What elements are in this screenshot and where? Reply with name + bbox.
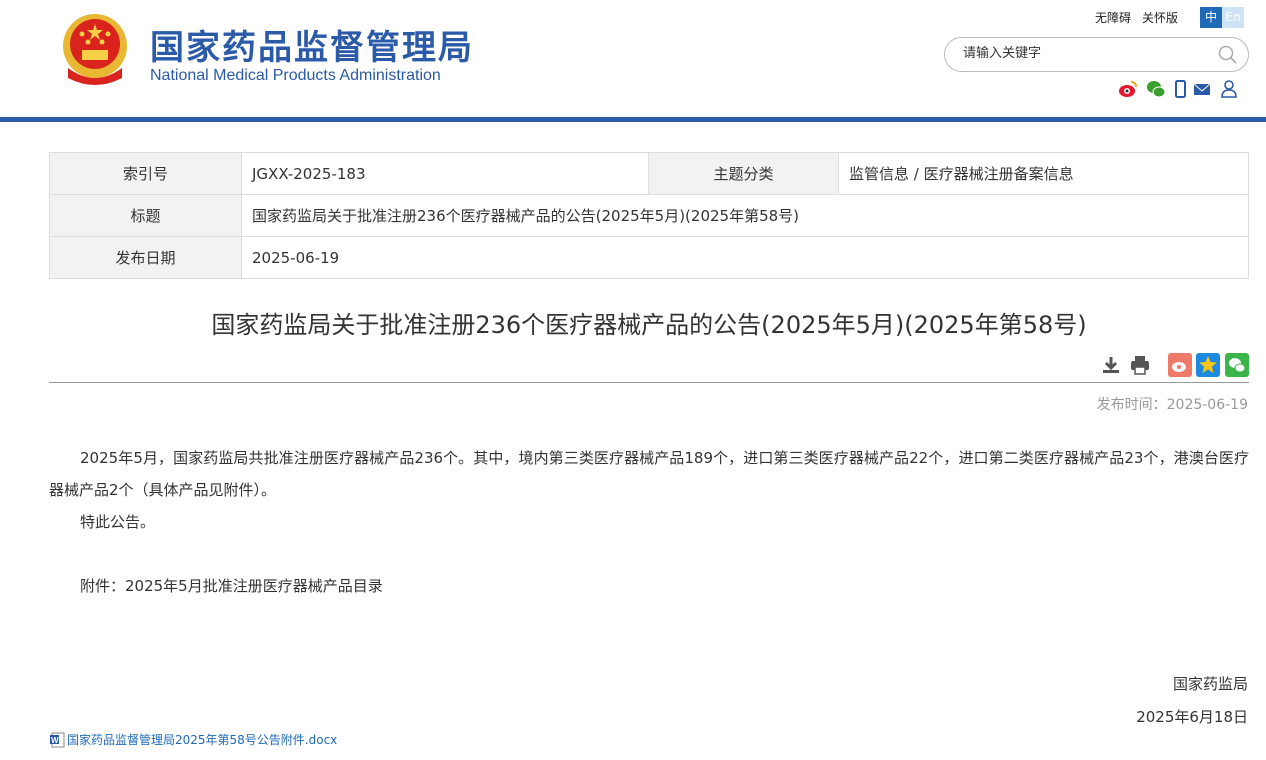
attachment-link[interactable]: W 国家药品监督管理局2025年第58号公告附件.docx <box>49 731 337 748</box>
table-row: 标题 国家药监局关于批准注册236个医疗器械产品的公告(2025年5月)(202… <box>49 194 1249 237</box>
paragraph: 特此公告。 <box>80 513 156 531</box>
mobile-icon[interactable] <box>1170 79 1190 99</box>
site-subtitle: National Medical Products Administration <box>150 67 441 84</box>
care-mode-link[interactable]: 关怀版 <box>1142 9 1178 26</box>
accessibility-link[interactable]: 无障碍 <box>1095 9 1131 26</box>
title-label: 标题 <box>49 194 242 237</box>
site-header: 国家药品监督管理局 National Medical Products Admi… <box>0 0 1266 118</box>
print-icon[interactable] <box>1129 354 1151 376</box>
index-value: JGXX-2025-183 <box>241 152 649 195</box>
search-icon[interactable] <box>1218 45 1238 65</box>
table-row: 索引号 JGXX-2025-183 主题分类 监管信息 / 医疗器械注册备案信息 <box>49 152 1249 195</box>
table-row: 发布日期 2025-06-19 <box>49 236 1249 279</box>
header-divider <box>0 117 1266 122</box>
svg-text:W: W <box>51 736 59 745</box>
site-title[interactable]: 国家药品监督管理局 <box>150 20 474 69</box>
attachment-note: 附件：2025年5月批准注册医疗器械产品目录 <box>80 577 383 595</box>
title-value: 国家药监局关于批准注册236个医疗器械产品的公告(2025年5月)(2025年第… <box>241 194 1249 237</box>
lang-english-button[interactable]: En <box>1222 7 1244 28</box>
attachment-filename[interactable]: 国家药品监督管理局2025年第58号公告附件.docx <box>67 731 337 748</box>
category-label: 主题分类 <box>648 152 839 195</box>
article-title: 国家药监局关于批准注册236个医疗器械产品的公告(2025年5月)(2025年第… <box>211 311 1087 339</box>
user-icon[interactable] <box>1219 79 1239 99</box>
share-weibo-icon[interactable] <box>1168 353 1192 377</box>
email-icon[interactable] <box>1192 79 1212 99</box>
national-emblem-logo <box>63 14 127 85</box>
signature-date: 2025年6月18日 <box>1136 708 1248 726</box>
search-input[interactable] <box>963 46 1213 61</box>
date-label: 发布日期 <box>49 236 242 279</box>
index-label: 索引号 <box>49 152 242 195</box>
category-value: 监管信息 / 医疗器械注册备案信息 <box>838 152 1249 195</box>
lang-chinese-button[interactable]: 中 <box>1200 7 1222 28</box>
publish-time: 发布时间：2025-06-19 <box>1096 397 1248 413</box>
search-box <box>944 37 1249 72</box>
weibo-icon[interactable] <box>1118 79 1138 99</box>
metadata-table: 索引号 JGXX-2025-183 主题分类 监管信息 / 医疗器械注册备案信息… <box>49 152 1249 279</box>
share-qzone-icon[interactable] <box>1196 353 1220 377</box>
word-doc-icon: W <box>50 732 65 747</box>
share-wechat-icon[interactable] <box>1225 353 1249 377</box>
wechat-icon[interactable] <box>1146 79 1166 99</box>
download-icon[interactable] <box>1100 354 1122 376</box>
signature-org: 国家药监局 <box>1172 675 1248 693</box>
paragraph: 2025年5月，国家药监局共批准注册医疗器械产品236个。其中，境内第三类医疗器… <box>49 449 1249 499</box>
title-divider <box>49 382 1249 383</box>
date-value: 2025-06-19 <box>241 236 1249 279</box>
